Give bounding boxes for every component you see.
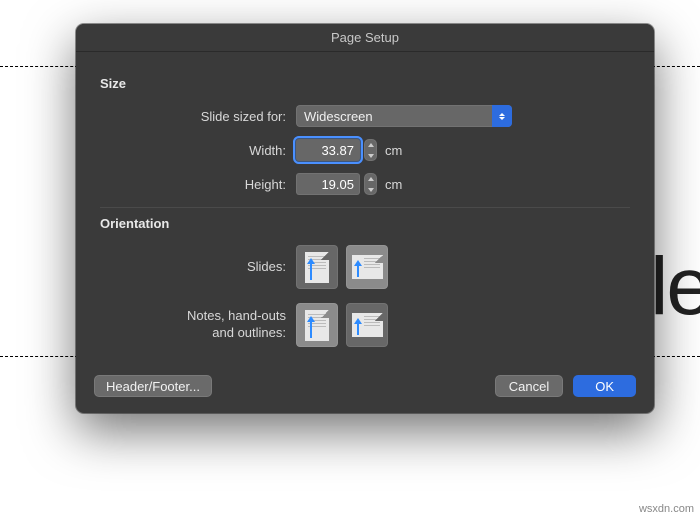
- slides-orientation-label: Slides:: [100, 259, 296, 276]
- page-setup-dialog: Page Setup Size Slide sized for: Widescr…: [76, 24, 654, 413]
- landscape-page-icon: [352, 313, 383, 337]
- cancel-button[interactable]: Cancel: [495, 375, 563, 397]
- width-stepper[interactable]: [364, 139, 377, 161]
- stepper-up-icon[interactable]: [364, 173, 377, 184]
- slides-landscape-button[interactable]: [346, 245, 388, 289]
- width-input[interactable]: [296, 139, 360, 161]
- portrait-page-icon: [305, 310, 329, 341]
- header-footer-button[interactable]: Header/Footer...: [94, 375, 212, 397]
- width-unit: cm: [385, 143, 402, 158]
- width-field-group: cm: [296, 139, 402, 161]
- slides-portrait-button[interactable]: [296, 245, 338, 289]
- stepper-down-icon[interactable]: [364, 150, 377, 161]
- slide-sized-for-label: Slide sized for:: [100, 109, 296, 124]
- height-stepper[interactable]: [364, 173, 377, 195]
- size-section-label: Size: [100, 76, 630, 91]
- stepper-up-icon[interactable]: [364, 139, 377, 150]
- slide-sized-for-select[interactable]: Widescreen: [296, 105, 512, 127]
- slide-sized-for-value: Widescreen: [304, 109, 373, 124]
- height-unit: cm: [385, 177, 402, 192]
- height-field-group: cm: [296, 173, 402, 195]
- dialog-footer: Header/Footer... Cancel OK: [76, 361, 654, 413]
- ok-button[interactable]: OK: [573, 375, 636, 397]
- height-input[interactable]: [296, 173, 360, 195]
- watermark: wsxdn.com: [639, 503, 694, 515]
- width-label: Width:: [100, 143, 296, 158]
- landscape-page-icon: [352, 255, 383, 279]
- dialog-title: Page Setup: [76, 24, 654, 52]
- orientation-section-label: Orientation: [100, 216, 630, 231]
- notes-orientation-label: Notes, hand-outs and outlines:: [100, 308, 296, 342]
- dropdown-arrows-icon: [492, 105, 512, 127]
- notes-landscape-button[interactable]: [346, 303, 388, 347]
- height-label: Height:: [100, 177, 296, 192]
- stepper-down-icon[interactable]: [364, 184, 377, 195]
- notes-portrait-button[interactable]: [296, 303, 338, 347]
- portrait-page-icon: [305, 252, 329, 283]
- section-divider: [100, 207, 630, 208]
